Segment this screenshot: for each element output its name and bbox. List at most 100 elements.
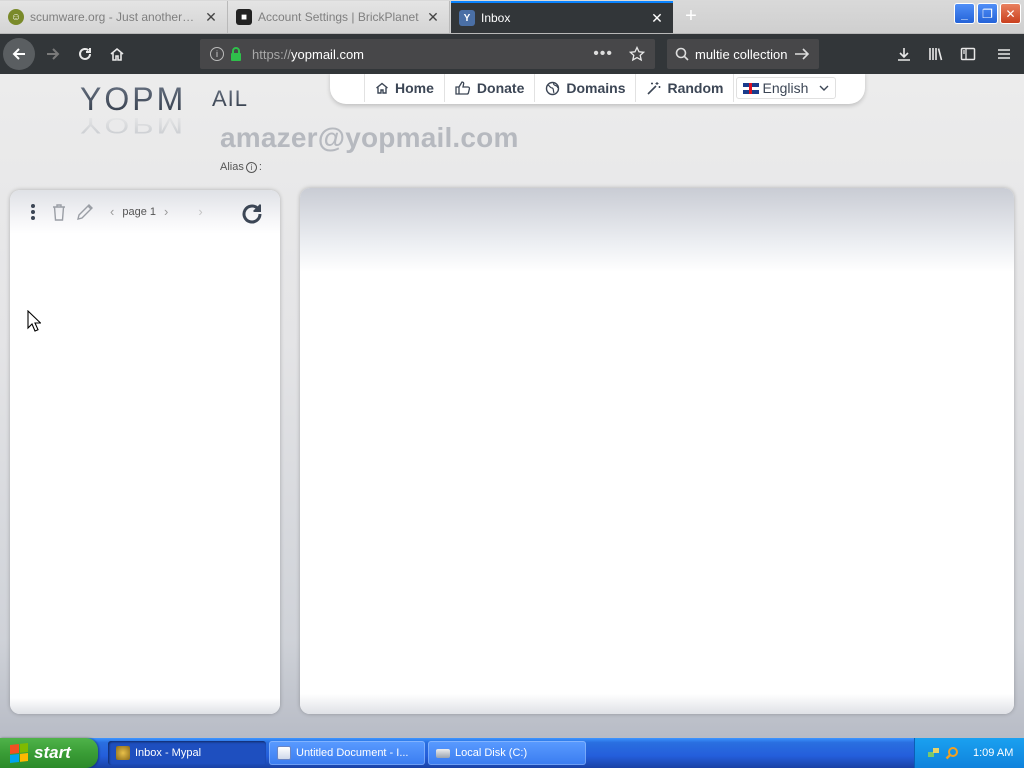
library-button[interactable] [920, 38, 952, 70]
close-tab-icon[interactable]: ✕ [649, 10, 665, 26]
toolbar-right-buttons [888, 38, 1024, 70]
downloads-button[interactable] [888, 38, 920, 70]
start-label: start [34, 743, 71, 762]
taskbar-item-document[interactable]: Untitled Document - I... [269, 741, 425, 765]
search-icon [675, 47, 689, 61]
tab-title: scumware.org - Just another fr... [30, 10, 197, 24]
svg-text:YOPM: YOPM [80, 81, 186, 117]
window-controls: _ ❐ ✕ [954, 3, 1021, 24]
taskbar-item-label: Untitled Document - I... [296, 747, 409, 759]
more-options-icon[interactable] [26, 202, 40, 222]
forward-arrow-icon [47, 48, 60, 60]
nav-random[interactable]: Random [636, 74, 735, 102]
reload-button[interactable] [69, 38, 101, 70]
mypal-icon [116, 746, 130, 760]
nav-donate[interactable]: Donate [445, 74, 536, 102]
back-button[interactable] [3, 38, 35, 70]
alias-row: Alias i : [220, 161, 262, 173]
yopmail-favicon-icon: Y [459, 10, 475, 26]
scumware-favicon-icon: ☺ [8, 9, 24, 25]
uk-flag-icon [743, 82, 760, 94]
close-tab-icon[interactable]: ✕ [203, 9, 219, 25]
windows-logo-icon [10, 743, 28, 763]
taskbar-item-mypal[interactable]: Inbox - Mypal [108, 741, 266, 765]
refresh-icon[interactable] [238, 200, 266, 228]
lock-icon[interactable] [230, 47, 242, 61]
last-page-icon[interactable]: › [198, 204, 202, 219]
close-tab-icon[interactable]: ✕ [425, 9, 441, 25]
download-icon [898, 48, 910, 61]
search-go-arrow-icon[interactable] [794, 47, 810, 61]
yopmail-page: YOPM AIL YOPM Home Donate Domains Random… [0, 74, 1024, 738]
nav-donate-label: Donate [476, 80, 525, 96]
tab-brickplanet[interactable]: ■ Account Settings | BrickPlanet ✕ [228, 1, 450, 33]
close-window-icon[interactable]: ✕ [1000, 3, 1021, 24]
nav-domains[interactable]: Domains [535, 74, 637, 102]
brickplanet-favicon-icon: ■ [236, 9, 252, 25]
inbox-list-panel: ‹ page 1 › › [10, 190, 280, 714]
search-box[interactable]: multie collection [667, 39, 819, 69]
chevron-down-icon [819, 85, 829, 91]
restore-icon[interactable]: ❐ [977, 3, 998, 24]
previous-page-icon[interactable]: ‹ [110, 204, 114, 219]
language-select[interactable]: English [736, 77, 837, 99]
home-icon [110, 47, 124, 61]
alias-info-icon[interactable]: i [245, 161, 257, 173]
mail-view-header [300, 188, 1014, 272]
reload-icon [79, 47, 91, 60]
tab-inbox[interactable]: Y Inbox ✕ [451, 1, 673, 33]
language-label: English [762, 80, 809, 96]
globe-icon [546, 81, 560, 95]
start-button[interactable]: start [0, 738, 98, 768]
mail-view-panel [300, 188, 1014, 714]
next-page-icon[interactable]: › [164, 204, 168, 219]
menu-button[interactable] [984, 38, 1024, 70]
nav-domains-label: Domains [566, 80, 626, 96]
page-actions-icon[interactable]: ••• [593, 45, 613, 63]
network-icon[interactable] [927, 746, 941, 760]
site-top-nav: Home Donate Domains Random English [330, 74, 865, 104]
alias-separator: : [258, 161, 262, 173]
alias-label: Alias [220, 161, 244, 173]
tab-title: Account Settings | BrickPlanet [258, 10, 419, 24]
inbox-toolbar: ‹ page 1 › › [10, 190, 280, 234]
nav-home[interactable]: Home [364, 74, 445, 102]
tab-title: Inbox [481, 11, 511, 25]
url-domain: yopmail.com [291, 46, 364, 62]
browser-toolbar: i https:// yopmail.com ••• multie collec… [0, 34, 1024, 74]
back-arrow-icon [12, 48, 25, 60]
svg-text:YOPM: YOPM [80, 113, 186, 136]
inbox-panel-footer [10, 698, 280, 714]
system-tray: 1:09 AM [914, 738, 1024, 768]
svg-text:AIL: AIL [212, 86, 248, 111]
taskbar-item-label: Local Disk (C:) [455, 747, 528, 759]
search-tray-icon[interactable] [945, 746, 959, 760]
library-icon [929, 48, 943, 61]
windows-taskbar: start Inbox - Mypal Untitled Document - … [0, 738, 1024, 768]
nav-random-label: Random [667, 80, 724, 96]
delete-trash-icon[interactable] [51, 202, 67, 222]
mail-view-footer [300, 694, 1014, 714]
thumbs-up-icon [455, 81, 470, 95]
taskbar-item-local-disk[interactable]: Local Disk (C:) [428, 741, 586, 765]
search-text: multie collection [695, 46, 788, 62]
new-tab-button[interactable]: + [680, 5, 702, 27]
info-icon[interactable]: i [210, 47, 224, 61]
minimize-icon[interactable]: _ [954, 3, 975, 24]
clock: 1:09 AM [973, 747, 1014, 759]
bookmark-star-icon[interactable] [629, 46, 645, 62]
forward-button[interactable] [37, 38, 69, 70]
tab-scumware[interactable]: ☺ scumware.org - Just another fr... ✕ [0, 1, 228, 33]
browser-tab-strip: ☺ scumware.org - Just another fr... ✕ ■ … [0, 0, 1024, 34]
inbox-email-address: amazer@yopmail.com [220, 122, 519, 153]
disk-drive-icon [436, 748, 450, 758]
pager: ‹ page 1 › › [110, 204, 203, 219]
sidebar-button[interactable] [952, 38, 984, 70]
magic-wand-icon [647, 81, 661, 95]
nav-home-label: Home [395, 80, 434, 96]
home-icon [376, 82, 388, 94]
hamburger-menu-icon [998, 49, 1010, 59]
home-button[interactable] [101, 38, 133, 70]
address-bar[interactable]: i https:// yopmail.com ••• [200, 39, 655, 69]
edit-pencil-icon[interactable] [74, 202, 96, 222]
